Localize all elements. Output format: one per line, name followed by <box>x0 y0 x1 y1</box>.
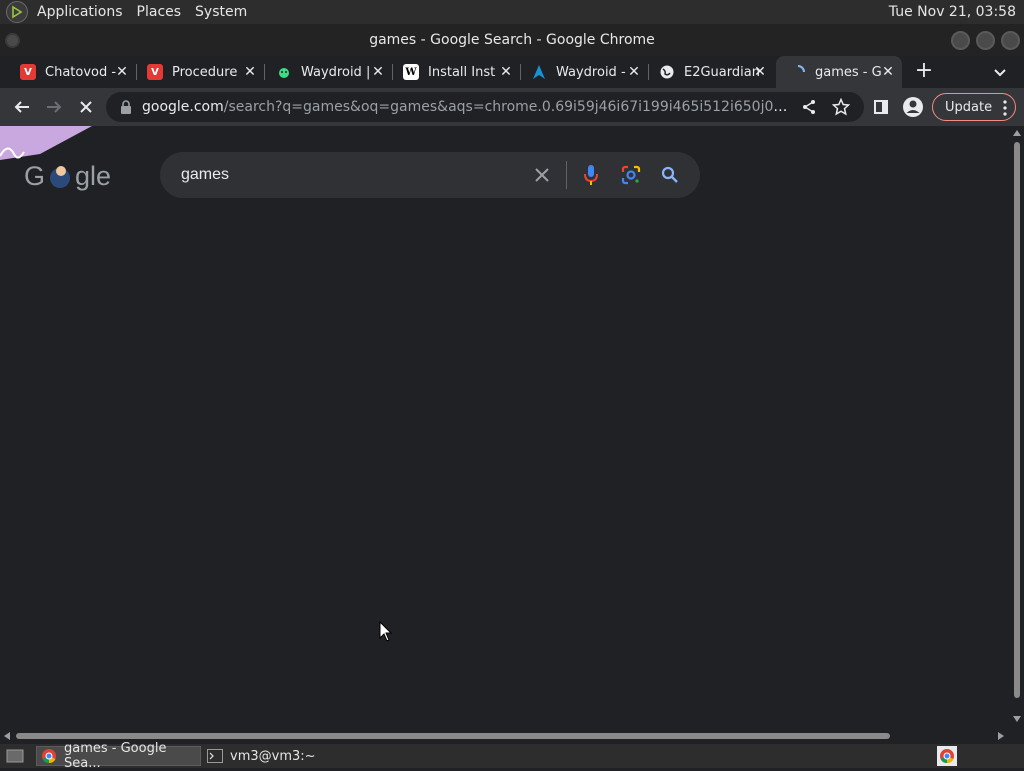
url-path: /search?q=games&oq=games&aqs=chrome.0.69… <box>223 99 790 115</box>
tab-close-icon[interactable]: ✕ <box>370 64 386 80</box>
tray-chrome-icon[interactable] <box>937 746 957 766</box>
vertical-scroll-thumb[interactable] <box>1014 142 1020 698</box>
more-vert-icon <box>1003 100 1007 120</box>
new-tab-button[interactable]: + <box>912 60 936 84</box>
tab-title: E2Guardian <box>684 64 760 80</box>
task-label: games - Google Sea... <box>64 741 167 771</box>
url-text[interactable]: google.com/search?q=games&oq=games&aqs=c… <box>142 99 790 115</box>
star-icon <box>832 98 850 116</box>
tab-close-icon[interactable]: ✕ <box>626 64 642 80</box>
browser-toolbar: google.com/search?q=games&oq=games&aqs=c… <box>0 88 1024 126</box>
taskbar: games - Google Sea... vm3@vm3:~ <box>0 741 1024 771</box>
task-terminal[interactable]: vm3@vm3:~ <box>203 746 323 766</box>
system-panel: Applications Places System Tue Nov 21, 0… <box>0 0 1024 24</box>
tab-title: Waydroid - <box>556 64 626 80</box>
loading-icon <box>790 64 806 80</box>
tab-title: games - G <box>815 64 881 80</box>
svg-text:gle: gle <box>75 161 111 191</box>
tab-games-active[interactable]: games - G ✕ <box>776 56 902 88</box>
close-window-button[interactable] <box>1001 31 1020 50</box>
side-panel-icon <box>874 100 888 114</box>
wikipedia-icon: W <box>403 64 419 80</box>
maximize-button[interactable] <box>976 31 995 50</box>
clear-search-button[interactable] <box>530 163 554 187</box>
tab-close-icon[interactable]: ✕ <box>880 64 896 80</box>
image-search-button[interactable] <box>619 163 643 187</box>
menu-places[interactable]: Places <box>130 4 189 20</box>
svg-text:G: G <box>24 161 45 191</box>
window-titlebar[interactable]: games - Google Search - Google Chrome <box>0 24 1024 56</box>
voice-search-button[interactable] <box>579 163 603 187</box>
desktop-logo-icon[interactable] <box>6 1 28 23</box>
scroll-left-icon[interactable] <box>4 732 10 740</box>
search-input[interactable]: games <box>181 166 521 184</box>
url-host: google.com <box>142 99 224 115</box>
tab-waydroid-1[interactable]: Waydroid | ✕ <box>265 56 393 88</box>
share-icon <box>803 100 815 114</box>
minimize-button[interactable] <box>951 31 970 50</box>
tab-close-icon[interactable]: ✕ <box>114 64 130 80</box>
tab-close-icon[interactable]: ✕ <box>242 64 258 80</box>
search-submit-button[interactable] <box>658 163 682 187</box>
update-button[interactable]: Update <box>932 93 1016 121</box>
chrome-icon <box>41 748 57 764</box>
share-button[interactable] <box>797 95 821 119</box>
stop-loading-button[interactable] <box>74 95 98 119</box>
mouse-pointer-icon <box>379 621 393 642</box>
scroll-right-icon[interactable] <box>998 732 1004 740</box>
window-title: games - Google Search - Google Chrome <box>369 32 655 48</box>
google-lens-icon <box>621 165 641 185</box>
panel-clock[interactable]: Tue Nov 21, 03:58 <box>889 4 1024 20</box>
close-icon <box>80 101 92 113</box>
back-arrow-icon <box>14 101 29 113</box>
show-desktop-button[interactable] <box>2 746 30 766</box>
side-panel-button[interactable] <box>869 95 893 119</box>
back-button[interactable] <box>10 95 34 119</box>
horizontal-scroll-thumb[interactable] <box>16 733 890 739</box>
bookmark-star-button[interactable] <box>829 95 853 119</box>
search-icon <box>661 166 678 183</box>
task-label: vm3@vm3:~ <box>230 748 316 764</box>
android-icon <box>276 64 292 80</box>
update-label: Update <box>945 99 993 115</box>
task-chrome[interactable]: games - Google Sea... <box>36 741 201 771</box>
tab-chatovod[interactable]: V Chatovod - ✕ <box>10 56 137 88</box>
scroll-down-icon[interactable] <box>1013 716 1021 722</box>
page-viewport: G gle games <box>0 126 1010 728</box>
forward-arrow-icon <box>47 101 62 113</box>
red-v-icon: V <box>20 64 36 80</box>
terminal-icon <box>207 748 223 764</box>
google-doodle-logo[interactable]: G gle <box>0 126 120 196</box>
tab-install[interactable]: W Install Inst ✕ <box>393 56 521 88</box>
tab-waydroid-2[interactable]: Waydroid - ✕ <box>521 56 649 88</box>
avatar-icon <box>903 97 923 117</box>
window-menu-icon[interactable] <box>5 33 20 48</box>
scroll-up-icon[interactable] <box>1013 130 1021 136</box>
address-bar[interactable]: google.com/search?q=games&oq=games&aqs=c… <box>106 92 864 122</box>
arch-icon <box>531 64 547 80</box>
search-divider <box>566 161 567 189</box>
vertical-scrollbar[interactable] <box>1010 126 1024 728</box>
tab-e2guardian[interactable]: E2Guardian ✕ <box>649 56 774 88</box>
tab-close-icon[interactable]: ✕ <box>752 64 768 80</box>
tab-strip: V Chatovod - ✕ V Procedure ✕ Waydroid | … <box>0 56 1024 88</box>
desktop-icon <box>6 749 24 763</box>
menu-system[interactable]: System <box>188 4 254 20</box>
search-box[interactable]: games <box>160 152 700 198</box>
tab-search-chevron-down-icon[interactable] <box>990 62 1010 82</box>
menu-applications[interactable]: Applications <box>30 4 130 20</box>
tab-title: Procedure <box>172 64 238 80</box>
tab-procedure[interactable]: V Procedure ✕ <box>137 56 265 88</box>
tab-title: Chatovod - <box>45 64 117 80</box>
tab-title: Waydroid | <box>301 64 371 80</box>
tab-close-icon[interactable]: ✕ <box>498 64 514 80</box>
forward-button[interactable] <box>42 95 66 119</box>
globe-icon <box>659 64 675 80</box>
lock-icon[interactable] <box>118 99 134 115</box>
red-v-icon: V <box>147 64 163 80</box>
microphone-icon <box>584 165 598 185</box>
close-icon <box>535 168 549 182</box>
tab-title: Install Inst <box>428 64 496 80</box>
profile-button[interactable] <box>901 95 925 119</box>
